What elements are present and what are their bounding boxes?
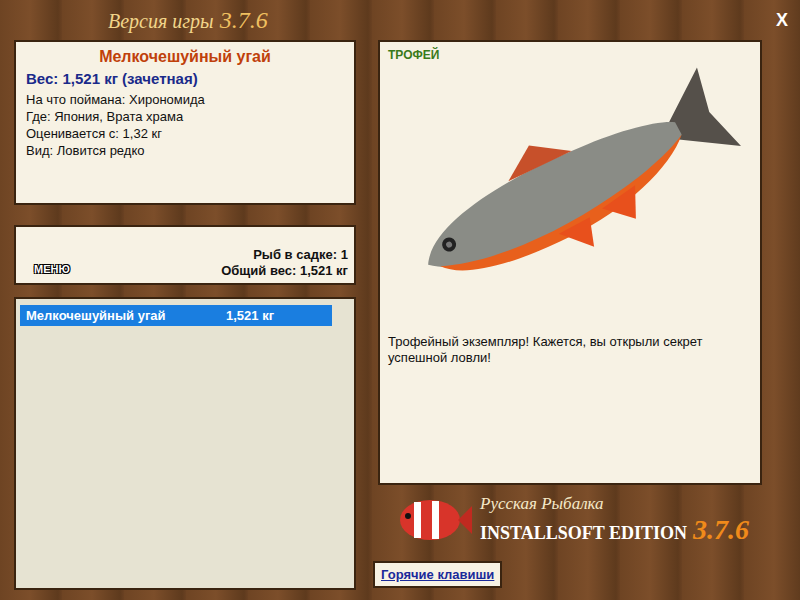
total-weight: Общий вес: 1,521 кг	[221, 263, 348, 279]
keepnet-panel: МЕНЮ Рыб в садке: 1Общий вес: 1,521 кг	[14, 225, 356, 285]
catch-list: Мелкочешуйный угай1,521 кг	[14, 297, 356, 590]
brand-edition: INSTALLSOFT EDITION	[480, 523, 687, 544]
fish-count: Рыб в садке: 1	[221, 247, 348, 263]
catch-screen: Версия игры3.7.6 X Мелкочешуйный угай Вес: …	[0, 0, 800, 600]
catch-list-row[interactable]: Мелкочешуйный угай1,521 кг	[20, 305, 332, 326]
detail-line: На что поймана: Хирономида	[26, 91, 344, 108]
trophy-message: Трофейный экземпляр! Кажется, вы открыли…	[388, 334, 752, 366]
close-button[interactable]: X	[772, 10, 792, 31]
title-bar: Версия игры3.7.6 X	[0, 0, 800, 40]
fish-name: Мелкочешуйный угай	[26, 48, 344, 66]
fish-weight: Вес: 1,521 кг (зачетная)	[26, 70, 344, 87]
game-version-title: Версия игры3.7.6	[108, 7, 268, 34]
striped-fish-icon	[392, 490, 472, 550]
menu-button[interactable]: МЕНЮ	[34, 263, 70, 275]
detail-line: Где: Япония, Врата храма	[26, 108, 344, 125]
trophy-badge: ТРОФЕЙ	[388, 48, 752, 62]
brand-logo: Русская Рыбалка INSTALLSOFT EDITION 3.7.6	[378, 485, 762, 555]
detail-line: Оценивается с: 1,32 кг	[26, 125, 344, 142]
fish-picture-icon	[388, 62, 748, 312]
brand-name: Русская Рыбалка	[480, 494, 749, 514]
brand-version: 3.7.6	[693, 514, 749, 546]
fish-details-panel: Мелкочешуйный угай Вес: 1,521 кг (зачетна…	[14, 40, 356, 205]
trophy-panel: ТРОФЕЙ Трофейный экземпляр! Кажется, вы о…	[378, 40, 762, 485]
detail-line: Вид: Ловится редко	[26, 142, 344, 159]
hotkeys-button[interactable]: Горячие клавиши	[373, 561, 502, 588]
